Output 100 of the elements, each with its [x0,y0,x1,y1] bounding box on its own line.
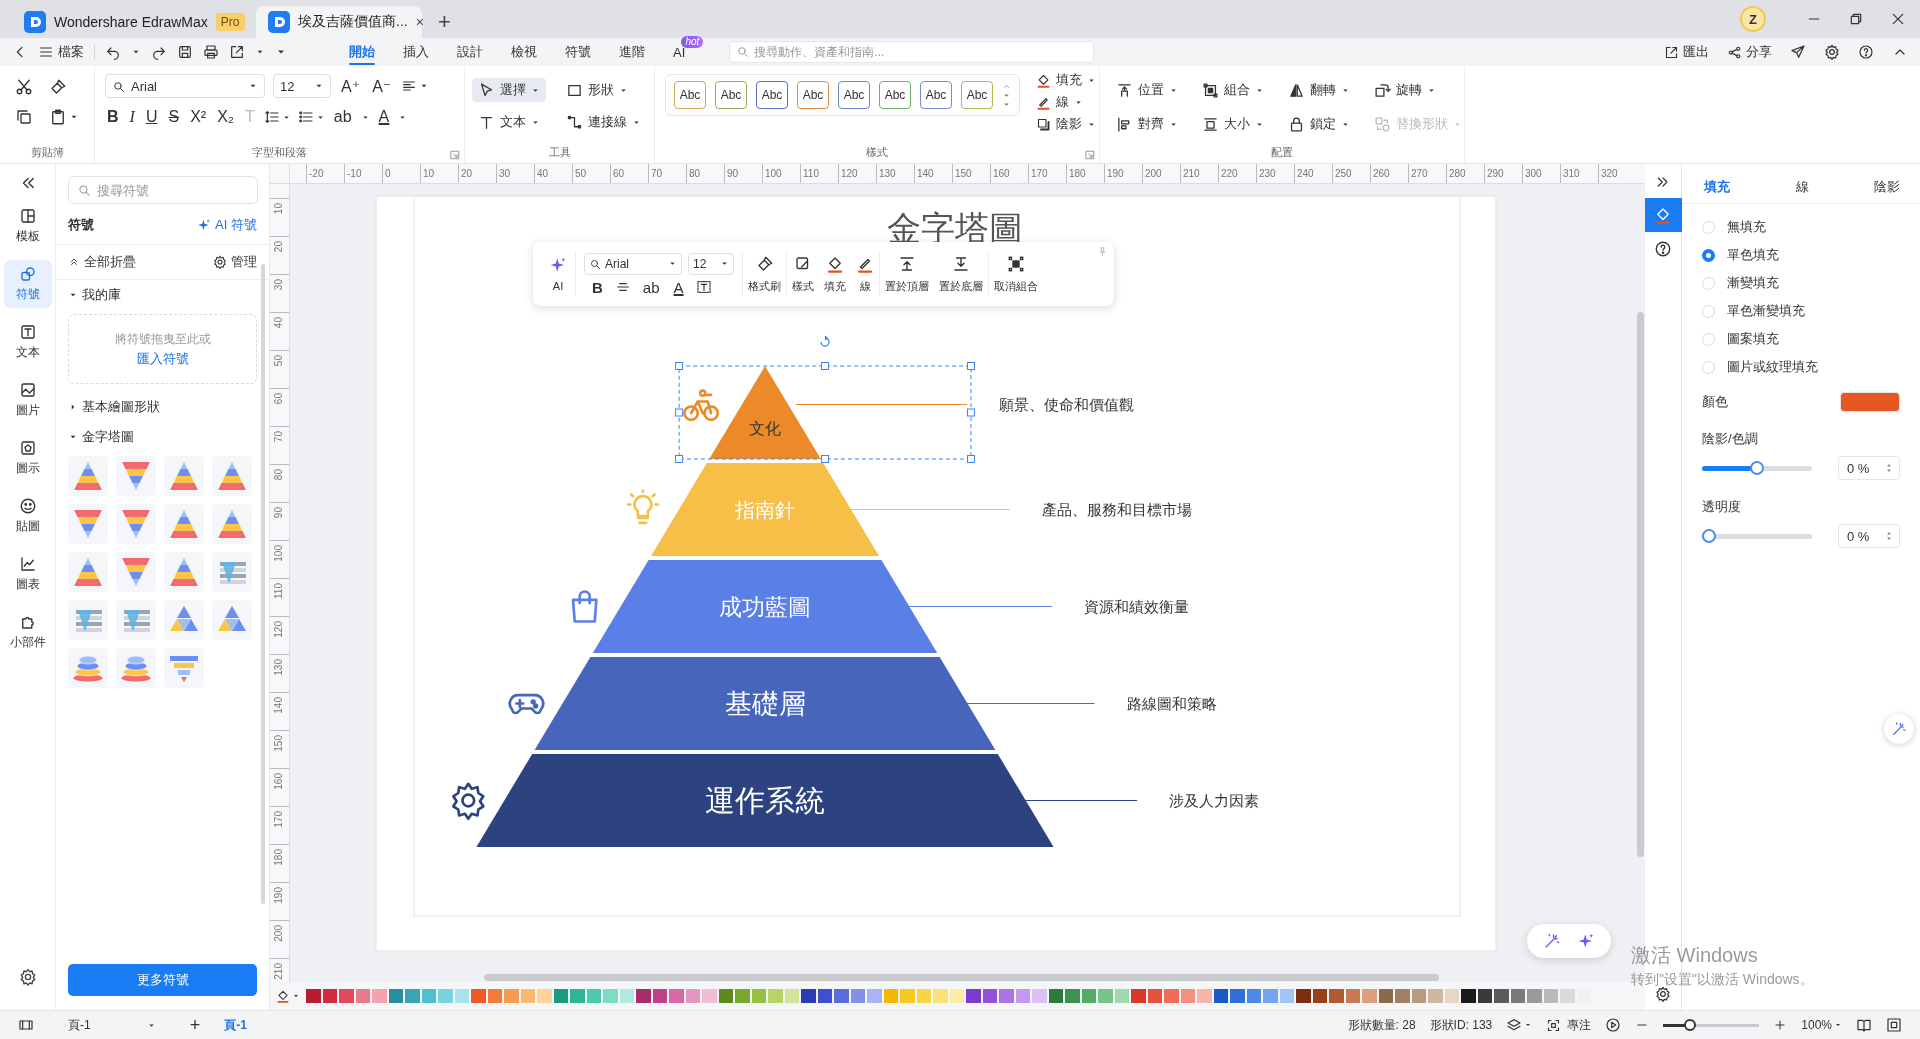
font-family-dropdown[interactable]: Arial [584,252,682,275]
size-button[interactable]: 大小 [1196,112,1270,136]
collapse-all-button[interactable]: 全部折疊 [68,253,136,271]
ruler-label: 90 [273,507,284,519]
sidebar-item[interactable]: 模板 [3,202,52,250]
font-size-dropdown[interactable]: 12 [273,74,331,98]
style-preset[interactable]: Abc [674,81,706,109]
style-preset[interactable]: Abc [961,81,993,109]
style-preset[interactable]: Abc [920,81,952,109]
focus-mode-button[interactable]: 專注 [1546,1016,1592,1034]
share-button[interactable]: 分享 [1727,43,1772,61]
property-tab[interactable]: 填充 [1704,177,1730,196]
menu-tab[interactable]: 開始 [335,38,389,66]
fill-button[interactable]: 填充 [1034,70,1098,90]
shape-tool-button[interactable]: 形狀 [560,78,647,102]
user-avatar[interactable]: Z [1740,6,1766,32]
select-tool-button[interactable]: 選擇 [472,78,546,102]
sidebar-item[interactable]: 文本 [3,318,52,366]
percent-input[interactable]: 0 % [1838,456,1900,480]
style-button[interactable]: 樣式 [787,248,819,300]
property-label: 顏色 [1702,393,1728,411]
group-button[interactable]: 組合 [1196,78,1270,102]
ai-button[interactable]: AI [541,248,575,300]
underline-button[interactable]: U [143,108,160,126]
menu-tab[interactable]: 插入 [389,38,443,66]
shadow-button[interactable]: 陰影 [1034,114,1098,134]
property-tab[interactable]: 線 [1795,177,1809,196]
export-button[interactable]: 匯出 [1664,43,1709,61]
flip-button[interactable]: 翻轉 [1282,78,1356,102]
group-label: 工具 [548,145,571,160]
add-page-button[interactable]: + [189,1014,201,1036]
font-color-button[interactable]: A [671,278,686,296]
send-to-back-button[interactable]: 置於底層 [934,248,988,300]
text-tool-button[interactable]: 文本 [472,110,546,134]
line-button[interactable]: 線 [851,248,879,300]
tab-close-button[interactable]: × [415,14,424,30]
text-case-button[interactable]: ab [640,278,662,296]
library-section-header[interactable]: 金字塔圖 [56,422,269,452]
search-field[interactable]: 搜尋動作、資產和指南... [729,41,1095,63]
style-preset[interactable]: Abc [715,81,747,109]
ruler-label: 200 [1145,168,1162,179]
increase-font-button[interactable]: A⁺ [339,76,363,96]
style-preset[interactable]: Abc [879,81,911,109]
line-button[interactable]: 線 [1034,92,1098,112]
connector-tool-button[interactable]: 連接線 [560,110,647,134]
document-tab[interactable]: Wondershare EdrawMax Pro [12,6,252,38]
page-dropdown[interactable]: 頁-1 [68,1016,156,1034]
drop-area[interactable]: 將符號拖曳至此或 匯入符號 [68,314,257,384]
ruler-label: 110 [273,583,284,599]
group-label: 配置 [1271,145,1293,160]
document-tab[interactable]: 埃及吉薩價值商... × [256,6,422,38]
menu-tab[interactable]: 符號 [551,38,605,66]
page-tab[interactable]: 頁-1 [212,1012,259,1038]
sidebar-item[interactable]: 符號 [3,260,52,308]
menu-tab[interactable]: 檢視 [497,38,551,66]
style-preset[interactable]: Abc [756,81,788,109]
style-preset[interactable]: Abc [838,81,870,109]
font-color-button[interactable]: A [376,108,392,126]
sidebar-item[interactable]: 貼圖 [3,492,52,540]
more-symbols-button[interactable]: 更多符號 [68,964,257,996]
italic-button[interactable]: I [127,108,137,126]
bold-button[interactable]: B [105,108,121,126]
ruler-label: 310 [1563,168,1580,179]
fill-button[interactable]: 填充 [819,248,851,300]
menu-tab[interactable]: 設計 [443,38,497,66]
bold-button[interactable]: B [590,278,605,296]
text-case-button[interactable]: ab [331,108,354,126]
group-label: 剪貼簿 [30,145,64,160]
decrease-font-button[interactable]: A⁻ [370,76,394,96]
menu-tab[interactable]: 進階 [605,38,659,66]
format-button[interactable]: X₂ [215,108,236,126]
property-tab[interactable]: 陰影 [1874,177,1900,196]
bring-to-front-button[interactable]: 置於頂層 [880,248,934,300]
sidebar-item[interactable]: 圖示 [3,434,52,482]
sidebar-item[interactable]: 小部件 [3,608,52,656]
position-button[interactable]: 位置 [1110,78,1184,102]
font-size-dropdown[interactable]: 12 [688,252,734,275]
manage-button[interactable]: 管理 [213,253,257,271]
format-button[interactable]: X² [188,108,209,126]
ruler-label: 140 [273,697,284,714]
ai-symbols-link[interactable]: AI 符號 [197,216,257,234]
style-preset[interactable]: Abc [797,81,829,109]
align-button[interactable]: 對齊 [1110,112,1184,136]
library-section-header[interactable]: 基本繪圖形狀 [56,392,269,422]
ungroup-button[interactable]: 取消組合 [989,248,1043,300]
library-section-header[interactable]: 我的庫 [56,280,269,310]
import-symbols-link[interactable]: 匯入符號 [136,349,189,368]
zoom-dropdown[interactable]: 100% [1801,1018,1842,1032]
format-painter-button[interactable]: 格式刷 [743,248,786,300]
ruler-label: 230 [1259,168,1276,179]
symbol-search-field[interactable]: 搜尋符號 [68,176,258,204]
strikethrough-button[interactable]: S [166,108,182,126]
rotate-button[interactable]: 旋轉 [1368,78,1468,102]
new-tab-button[interactable]: + [426,6,463,38]
file-menu-button[interactable]: 檔案 [38,43,84,61]
sidebar-item[interactable]: 圖片 [3,376,52,424]
lock-button[interactable]: 鎖定 [1282,112,1356,136]
font-family-dropdown[interactable]: Arial [105,74,265,98]
percent-input[interactable]: 0 % [1838,524,1900,548]
sidebar-item[interactable]: 圖表 [3,550,52,598]
